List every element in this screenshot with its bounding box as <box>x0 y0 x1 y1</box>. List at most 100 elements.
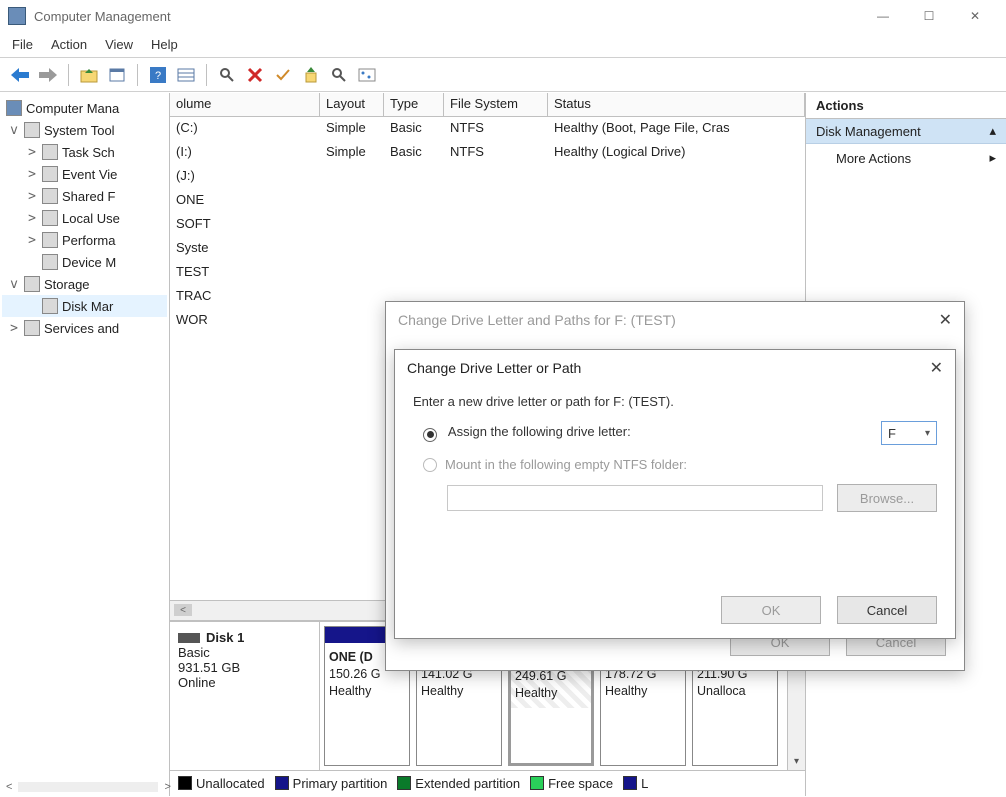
label-assign-letter: Assign the following drive letter: <box>448 424 631 439</box>
tree-expand-icon[interactable]: > <box>8 321 20 336</box>
tree-expand-icon[interactable]: > <box>26 211 38 226</box>
tree-item-label: Device M <box>62 255 116 270</box>
volume-row[interactable]: (J:) <box>170 165 805 189</box>
menu-file[interactable]: File <box>12 37 33 52</box>
tree-node-icon <box>42 188 58 204</box>
window-title: Computer Management <box>34 9 171 24</box>
main-hscroll-right[interactable]: > <box>164 781 170 793</box>
delete-icon[interactable] <box>243 63 267 87</box>
tree-expand-icon[interactable]: v <box>8 123 20 138</box>
menu-action[interactable]: Action <box>51 37 87 52</box>
col-fs[interactable]: File System <box>444 93 548 116</box>
forward-icon[interactable] <box>36 63 60 87</box>
main-hscroll-left[interactable]: < <box>6 781 12 793</box>
tree-root[interactable]: Computer Mana <box>2 97 167 119</box>
maximize-button[interactable]: ☐ <box>906 1 952 31</box>
volume-row[interactable]: SOFT <box>170 213 805 237</box>
dlg1-title: Change Drive Letter and Paths for F: (TE… <box>398 312 676 328</box>
refresh-icon[interactable] <box>327 63 351 87</box>
folder-up-icon[interactable] <box>77 63 101 87</box>
tree-item[interactable]: Disk Mar <box>2 295 167 317</box>
disk-name: Disk 1 <box>206 630 244 645</box>
dlg2-ok-button[interactable]: OK <box>721 596 821 624</box>
app-icon <box>8 7 26 25</box>
volume-row[interactable]: TEST <box>170 261 805 285</box>
dlg1-close-icon[interactable]: ✕ <box>939 310 952 330</box>
dlg2-cancel-button[interactable]: Cancel <box>837 596 937 624</box>
tree-item-label: System Tool <box>44 123 115 138</box>
actions-more[interactable]: More Actions ▸ <box>806 144 1006 172</box>
export-icon[interactable] <box>299 63 323 87</box>
tree-expand-icon[interactable]: v <box>8 277 20 292</box>
tree-expand-icon[interactable]: > <box>26 189 38 204</box>
volume-header[interactable]: olume Layout Type File System Status <box>170 93 805 117</box>
nav-tree[interactable]: Computer Mana v System Tool > Task Sch > Even… <box>0 93 170 796</box>
help-icon[interactable]: ? <box>146 63 170 87</box>
col-volume[interactable]: olume <box>170 93 320 116</box>
mount-path-input <box>447 485 823 511</box>
actions-group[interactable]: Disk Management ▴ <box>806 119 1006 144</box>
tree-item[interactable]: > Performa <box>2 229 167 251</box>
radio-mount-folder[interactable] <box>423 458 437 472</box>
legend-swatch-unallocated <box>178 776 192 790</box>
list-icon[interactable] <box>174 63 198 87</box>
tree-node-icon <box>24 122 40 138</box>
tree-item[interactable]: > Event Vie <box>2 163 167 185</box>
tree-item-label: Services and <box>44 321 119 336</box>
minimize-button[interactable]: — <box>860 1 906 31</box>
col-status[interactable]: Status <box>548 93 805 116</box>
tree-item[interactable]: vStorage <box>2 273 167 295</box>
properties-icon[interactable] <box>105 63 129 87</box>
tree-item[interactable]: > Local Use <box>2 207 167 229</box>
tree-item-label: Event Vie <box>62 167 117 182</box>
tree-item[interactable]: Device M <box>2 251 167 273</box>
vscroll-down[interactable]: ▾ <box>788 752 805 770</box>
tree-item[interactable]: > Shared F <box>2 185 167 207</box>
hscroll-left[interactable]: < <box>174 604 192 616</box>
drive-letter-value: F <box>888 426 896 441</box>
center-pane: olume Layout Type File System Status (C:… <box>170 93 806 796</box>
tree-expand-icon[interactable]: > <box>26 233 38 248</box>
disk-type: Basic <box>178 645 311 660</box>
browse-button: Browse... <box>837 484 937 512</box>
dlg2-instruction: Enter a new drive letter or path for F: … <box>413 394 937 409</box>
menu-help[interactable]: Help <box>151 37 178 52</box>
search-icon[interactable] <box>215 63 239 87</box>
tree-item[interactable]: > Task Sch <box>2 141 167 163</box>
tree-root-label: Computer Mana <box>26 101 119 116</box>
tree-item-label: Local Use <box>62 211 120 226</box>
dlg2-close-icon[interactable]: ✕ <box>930 358 943 378</box>
col-layout[interactable]: Layout <box>320 93 384 116</box>
volume-row[interactable]: (C:)SimpleBasicNTFSHealthy (Boot, Page F… <box>170 117 805 141</box>
volume-row[interactable]: ONE <box>170 189 805 213</box>
menu-view[interactable]: View <box>105 37 133 52</box>
back-icon[interactable] <box>8 63 32 87</box>
tree-expand-icon[interactable]: > <box>26 167 38 182</box>
tree-expand-icon[interactable]: > <box>26 145 38 160</box>
svg-text:?: ? <box>155 70 161 82</box>
collapse-icon[interactable]: ▴ <box>989 123 996 139</box>
drive-letter-select[interactable]: F ▾ <box>881 421 937 445</box>
check-icon[interactable] <box>271 63 295 87</box>
radio-assign-letter[interactable] <box>423 428 437 442</box>
tree-item-label: Shared F <box>62 189 115 204</box>
volume-row[interactable]: Syste <box>170 237 805 261</box>
chevron-down-icon: ▾ <box>925 428 930 439</box>
close-button[interactable]: ✕ <box>952 1 998 31</box>
settings-icon[interactable] <box>355 63 379 87</box>
tree-item-label: Performa <box>62 233 115 248</box>
tree-item[interactable]: v System Tool <box>2 119 167 141</box>
legend-last: L <box>641 776 648 791</box>
volume-row[interactable]: (I:)SimpleBasicNTFSHealthy (Logical Driv… <box>170 141 805 165</box>
tree-node-icon <box>42 210 58 226</box>
window-titlebar: Computer Management — ☐ ✕ <box>0 0 1006 32</box>
tree-item[interactable]: > Services and <box>2 317 167 339</box>
col-type[interactable]: Type <box>384 93 444 116</box>
tree-item-label: Task Sch <box>62 145 115 160</box>
dlg2-title: Change Drive Letter or Path <box>407 360 581 376</box>
toolbar: ? <box>0 58 1006 92</box>
menu-bar: File Action View Help <box>0 32 1006 58</box>
disk-info: Disk 1 Basic 931.51 GB Online <box>170 622 320 770</box>
tree-node-icon <box>24 320 40 336</box>
tree-node-icon <box>42 144 58 160</box>
